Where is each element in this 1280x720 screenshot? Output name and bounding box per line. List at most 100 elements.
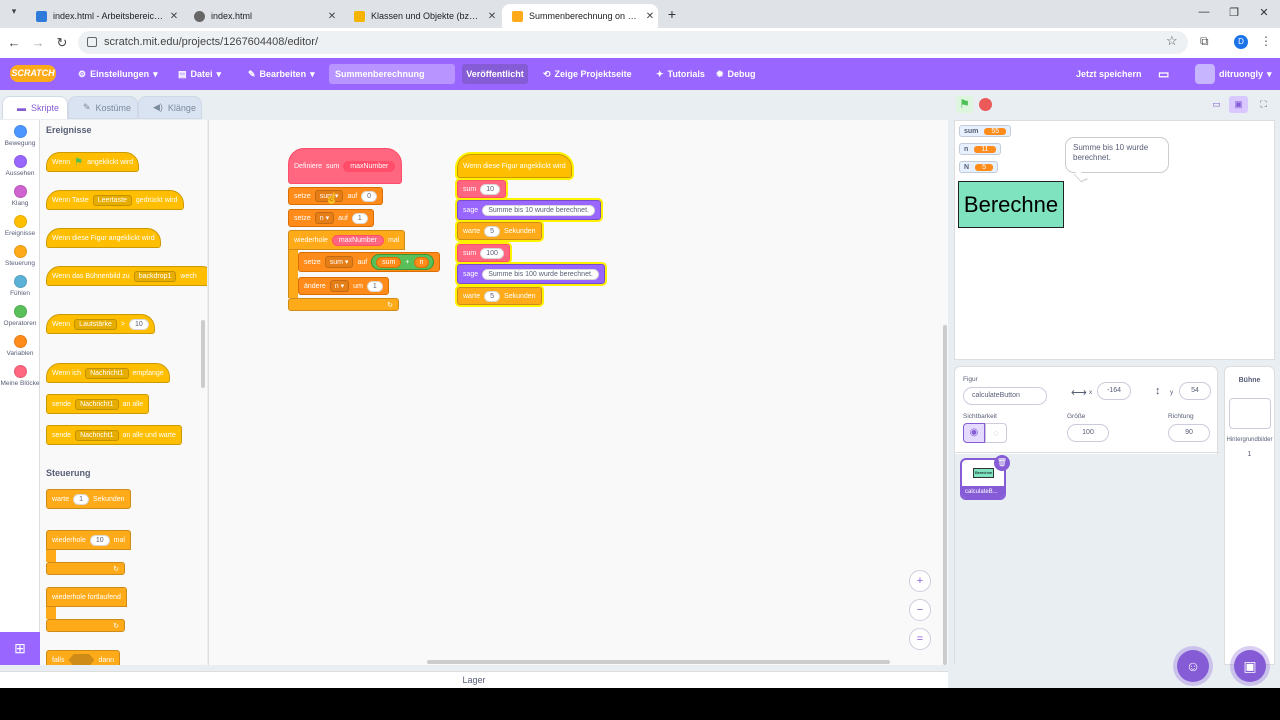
reload-icon[interactable]: ↻	[54, 35, 70, 51]
add-extension-button[interactable]: ⊞	[0, 632, 40, 665]
window-close-icon[interactable]: ✕	[1256, 6, 1272, 19]
site-info-icon[interactable]	[87, 37, 97, 47]
backdrop-thumbnail[interactable]	[1229, 398, 1271, 429]
see-project-page-button[interactable]: ⟲ Zeige Projektseite	[543, 58, 632, 90]
tab-code[interactable]: ▬ Skripte	[2, 96, 68, 119]
variable-reporter[interactable]: sum	[376, 256, 402, 268]
small-stage-icon[interactable]: ▭	[1207, 96, 1226, 113]
new-tab-icon[interactable]: +	[664, 6, 680, 22]
back-icon[interactable]: ←	[6, 35, 22, 50]
condition-slot[interactable]	[68, 654, 95, 665]
stage-selector[interactable]: Bühne Hintergrundbilder 1	[1224, 366, 1275, 665]
add-backdrop-icon[interactable]: ▣	[1234, 650, 1266, 682]
value-input[interactable]: 10	[89, 534, 110, 546]
bookmark-star-icon[interactable]: ☆	[1166, 33, 1178, 49]
account-menu[interactable]: ditruongly ▾	[1195, 58, 1272, 90]
close-icon[interactable]: ✕	[166, 11, 182, 22]
y-position-input[interactable]: 54	[1179, 382, 1211, 400]
message-dropdown[interactable]: Nachricht1	[75, 398, 119, 410]
script-horizontal-scrollbar[interactable]	[427, 660, 890, 664]
forward-icon[interactable]: →	[30, 35, 46, 50]
calculate-button-sprite[interactable]: Berechne	[958, 181, 1064, 228]
variable-dropdown[interactable]: n ▾	[314, 212, 335, 224]
script-area[interactable]: Definiere sum maxNumber setze sum ▾ auf …	[208, 120, 948, 665]
stage-canvas[interactable]: sum 55 n 11 N 5 Summe bis 10 wurde berec…	[954, 120, 1275, 360]
browser-tab-4[interactable]: Summenberechnung on Scratch ✕	[502, 4, 658, 28]
when-key-pressed-block[interactable]: Wenn Taste Leertaste gedrückt wird	[46, 190, 184, 210]
say-block[interactable]: sage Summe bis 100 wurde berechnet.	[457, 264, 605, 284]
file-menu[interactable]: ▤ Datei ▾	[178, 58, 221, 90]
script-vertical-scrollbar[interactable]	[943, 325, 947, 665]
trash-icon[interactable]: 🗑	[994, 455, 1010, 471]
maximize-icon[interactable]: ❐	[1226, 6, 1242, 19]
set-n-block[interactable]: setze n ▾ auf 1	[288, 209, 374, 227]
browser-menu-icon[interactable]: ⋮	[1260, 34, 1272, 48]
palette-scrollbar[interactable]	[201, 320, 205, 388]
text-input[interactable]: Summe bis 100 wurde berechnet.	[482, 268, 599, 280]
extensions-icon[interactable]: ⧉	[1200, 34, 1209, 49]
zoom-reset-icon[interactable]: =	[909, 628, 931, 650]
minimize-icon[interactable]: —	[1196, 6, 1212, 18]
if-then-block[interactable]: falls dann	[46, 650, 121, 665]
x-position-input[interactable]: -164	[1097, 382, 1131, 400]
value-input[interactable]: 5	[484, 290, 501, 302]
browser-tab-2[interactable]: index.html ✕	[184, 4, 340, 28]
project-title-input[interactable]: Summenberechnung	[329, 64, 455, 84]
category-sensing[interactable]: Fühlen	[0, 275, 40, 297]
hide-eye-icon[interactable]: ◌	[985, 423, 1007, 443]
browser-tab-3[interactable]: Klassen und Objekte (bzw. Insta ✕	[344, 4, 500, 28]
variable-reporter[interactable]: n	[413, 256, 430, 268]
value-input[interactable]: 10	[128, 318, 149, 330]
message-dropdown[interactable]: Nachricht1	[75, 429, 119, 441]
when-i-receive-block[interactable]: Wenn ich Nachricht1 empfange	[46, 363, 170, 383]
size-input[interactable]: 100	[1067, 424, 1109, 442]
call-sum-block[interactable]: sum 100	[457, 244, 510, 262]
tab-search-icon[interactable]: ▾	[6, 6, 22, 17]
wait-block[interactable]: warte 1 Sekunden	[46, 489, 131, 509]
direction-input[interactable]: 90	[1168, 424, 1210, 442]
category-operators[interactable]: Operatoren	[0, 305, 40, 327]
my-stuff-folder-icon[interactable]: ▭	[1158, 58, 1169, 90]
settings-menu[interactable]: ⚙ Einstellungen ▾	[78, 58, 158, 90]
backdrop-dropdown[interactable]: backdrop1	[133, 270, 177, 282]
stop-icon[interactable]	[979, 98, 992, 111]
say-block[interactable]: sage Summe bis 10 wurde berechnet.	[457, 200, 601, 220]
profile-avatar[interactable]: D	[1234, 35, 1248, 49]
wait-block[interactable]: warte 5 Sekunden	[457, 222, 542, 240]
edit-menu[interactable]: ✎ Bearbeiten ▾	[248, 58, 315, 90]
sprite-name-input[interactable]: calculateButton	[963, 387, 1047, 405]
category-motion[interactable]: Bewegung	[0, 125, 40, 147]
call-sum-block[interactable]: sum 10	[457, 180, 507, 198]
wait-block[interactable]: warte 5 Sekunden	[457, 287, 542, 305]
tutorials-button[interactable]: ✦ Tutorials	[656, 58, 705, 90]
when-flag-clicked-block[interactable]: Wenn ⚑ angeklickt wird	[46, 152, 140, 172]
fullscreen-icon[interactable]: ⛶	[1254, 96, 1273, 113]
tab-costumes[interactable]: ✎ Kostüme	[68, 96, 138, 119]
backpack-bar[interactable]: Lager	[0, 671, 948, 688]
zoom-in-icon[interactable]: +	[909, 570, 931, 592]
text-input[interactable]: Summe bis 10 wurde berechnet.	[482, 204, 595, 216]
large-stage-icon[interactable]: ▣	[1229, 96, 1248, 113]
add-operator-block[interactable]: sum + n	[371, 254, 435, 270]
category-variables[interactable]: Variablen	[0, 335, 40, 357]
value-input[interactable]: 1	[73, 493, 90, 505]
variable-dropdown[interactable]: sum ▾	[324, 256, 354, 268]
category-my-blocks[interactable]: Meine Blöcke	[0, 365, 40, 387]
share-button[interactable]: Veröffentlicht	[462, 64, 528, 84]
forever-block[interactable]: wiederhole fortlaufend	[46, 587, 127, 607]
message-dropdown[interactable]: Nachricht1	[85, 367, 129, 379]
debug-button[interactable]: ✹ Debug	[716, 58, 756, 90]
close-icon[interactable]: ✕	[484, 11, 500, 22]
when-sprite-clicked-hat[interactable]: Wenn diese Figur angeklickt wird	[457, 154, 572, 178]
sensor-dropdown[interactable]: Lautstärke	[74, 318, 117, 330]
close-icon[interactable]: ✕	[324, 11, 340, 22]
zoom-out-icon[interactable]: −	[909, 599, 931, 621]
when-loudness-block[interactable]: Wenn Lautstärke > 10	[46, 314, 155, 334]
category-sound[interactable]: Klang	[0, 185, 40, 207]
category-events[interactable]: Ereignisse	[0, 215, 40, 237]
address-bar[interactable]: scratch.mit.edu/projects/1267604408/edit…	[78, 31, 1188, 54]
browser-tab-1[interactable]: index.html - Arbeitsbereich - V ✕	[26, 4, 182, 28]
category-control[interactable]: Steuerung	[0, 245, 40, 267]
category-looks[interactable]: Aussehen	[0, 155, 40, 177]
define-block[interactable]: Definiere sum maxNumber	[288, 148, 402, 184]
